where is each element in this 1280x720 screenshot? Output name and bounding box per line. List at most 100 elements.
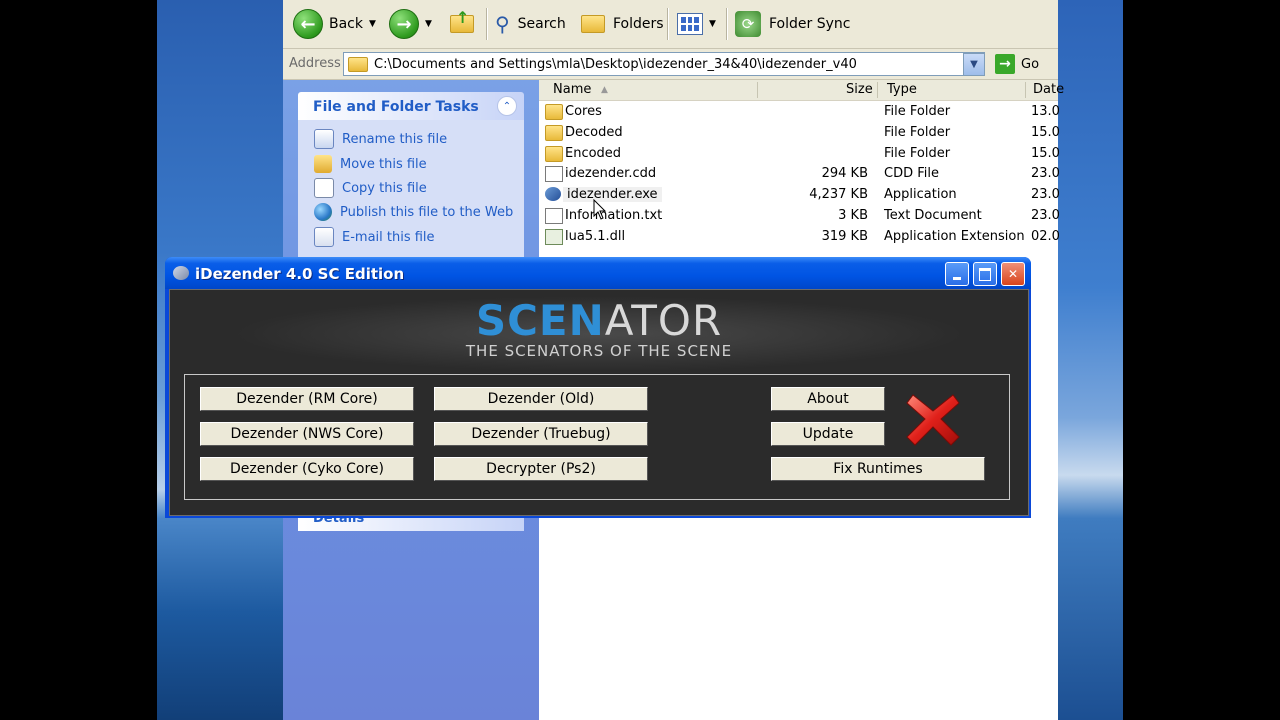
close-button[interactable]: ✕ [1001,262,1025,286]
file-name: lua5.1.dll [565,229,626,244]
desktop-wallpaper-right [1058,0,1123,720]
folder-sync-button[interactable]: ⟳ Folder Sync [735,8,850,40]
address-path: C:\Documents and Settings\mla\Desktop\id… [374,56,857,72]
file-type: Application Extension [884,229,1025,244]
dezender-old-button[interactable]: Dezender (Old) [434,387,648,411]
file-date: 23.0 [1031,166,1060,181]
file-name: Cores [565,104,602,119]
sync-icon: ⟳ [735,11,761,37]
file-type: File Folder [884,146,951,161]
button-panel: Dezender (RM Core) Dezender (NWS Core) D… [184,374,1010,500]
chevron-down-icon: ▼ [369,19,376,29]
task-label: Publish this file to the Web [340,204,514,220]
logo-part-2: ATOR [604,296,723,345]
folders-button[interactable]: Folders [581,8,664,40]
dezender-truebug-button[interactable]: Dezender (Truebug) [434,422,648,446]
task-copy[interactable]: Copy this file [314,177,427,199]
copy-icon [314,178,334,198]
task-publish[interactable]: Publish this file to the Web [314,201,513,223]
folder-icon [545,104,563,120]
views-button[interactable]: ▼ [677,8,716,40]
folders-label: Folders [613,16,664,32]
maximize-icon [979,267,991,281]
tasks-body: Rename this file Move this file Copy thi… [298,120,524,267]
exit-red-x-icon[interactable] [905,391,961,447]
sort-ascending-icon: ▲ [601,85,608,95]
task-email[interactable]: E-mail this file [314,226,435,248]
file-row-idezender-exe[interactable]: idezender.exe 4,237 KB Application 23.0 [539,185,1060,205]
file-name: Information.txt [565,208,663,223]
about-button[interactable]: About [771,387,885,411]
logo-tagline: THE SCENATORS OF THE SCENE [465,342,733,360]
search-label: Search [517,16,566,32]
rename-icon [314,129,334,149]
file-name: Decoded [565,125,623,140]
address-bar: Address C:\Documents and Settings\mla\De… [283,49,1058,80]
back-label: Back [329,16,363,32]
column-date[interactable]: Date [1033,82,1064,97]
column-type[interactable]: Type [887,82,917,97]
file-date: 13.0 [1031,104,1060,119]
folder-sync-label: Folder Sync [769,16,851,32]
views-icon [677,13,703,35]
file-name: Encoded [565,146,622,161]
scenator-logo: SCENATOR [170,296,1028,345]
search-button[interactable]: ⚲ Search [495,8,566,40]
column-size[interactable]: Size [846,82,873,97]
up-folder-button[interactable]: ↑ [449,8,475,40]
dialog-title: iDezender 4.0 SC Edition [195,265,405,283]
update-button[interactable]: Update [771,422,885,446]
file-type: Application [884,187,957,202]
go-arrow-icon: → [995,54,1015,74]
folder-icon [348,56,368,72]
forward-arrow-icon: → [389,9,419,39]
address-label: Address [289,56,341,71]
file-list-header: Name ▲ Size Type Date [539,80,1064,101]
file-date: 02.0 [1031,229,1060,244]
task-label: E-mail this file [342,229,435,245]
task-rename[interactable]: Rename this file [314,128,447,150]
file-row-lua-dll[interactable]: lua5.1.dll 319 KB Application Extension … [539,227,1060,247]
task-move[interactable]: Move this file [314,153,427,175]
column-name[interactable]: Name [553,82,591,97]
maximize-button[interactable] [973,262,997,286]
back-arrow-icon: ← [293,9,323,39]
file-row-decoded[interactable]: Decoded File Folder 15.0 [539,123,1060,143]
fix-runtimes-button[interactable]: Fix Runtimes [771,457,985,481]
file-type: Text Document [884,208,982,223]
file-size: 4,237 KB [809,187,868,202]
document-icon [545,166,563,182]
file-row-encoded[interactable]: Encoded File Folder 15.0 [539,144,1060,164]
file-name: idezender.exe [563,187,662,202]
task-label: Rename this file [342,131,448,147]
dezender-nws-core-button[interactable]: Dezender (NWS Core) [200,422,414,446]
globe-icon [314,203,332,221]
address-input[interactable]: C:\Documents and Settings\mla\Desktop\id… [343,52,985,76]
file-date: 23.0 [1031,187,1060,202]
dll-icon [545,229,563,245]
dezender-rm-core-button[interactable]: Dezender (RM Core) [200,387,414,411]
app-icon [173,266,189,280]
chevron-down-icon: ▼ [709,19,716,29]
search-icon: ⚲ [495,12,510,36]
address-dropdown[interactable]: ▼ [963,53,985,76]
file-name: idezender.cdd [565,166,657,181]
tasks-header[interactable]: File and Folder Tasks ⌃ [298,92,524,120]
chevron-down-icon: ▼ [425,19,432,29]
file-size: 3 KB [838,208,868,223]
dialog-body: SCENATOR THE SCENATORS OF THE SCENE Deze… [169,289,1029,516]
file-type: File Folder [884,104,951,119]
minimize-button[interactable] [945,262,969,286]
forward-button[interactable]: → ▼ [389,8,432,40]
file-row-cores[interactable]: Cores File Folder 13.0 [539,102,1060,122]
dialog-titlebar[interactable]: iDezender 4.0 SC Edition ✕ [165,257,1031,289]
task-label: Move this file [340,156,427,172]
file-row-idezender-cdd[interactable]: idezender.cdd 294 KB CDD File 23.0 [539,164,1060,184]
file-row-information-txt[interactable]: Information.txt 3 KB Text Document 23.0 [539,206,1060,226]
text-document-icon [545,208,563,224]
collapse-icon[interactable]: ⌃ [497,96,517,116]
dezender-cyko-core-button[interactable]: Dezender (Cyko Core) [200,457,414,481]
decrypter-ps2-button[interactable]: Decrypter (Ps2) [434,457,648,481]
go-button[interactable]: → Go [995,53,1051,75]
back-button[interactable]: ← Back ▼ [293,8,376,40]
